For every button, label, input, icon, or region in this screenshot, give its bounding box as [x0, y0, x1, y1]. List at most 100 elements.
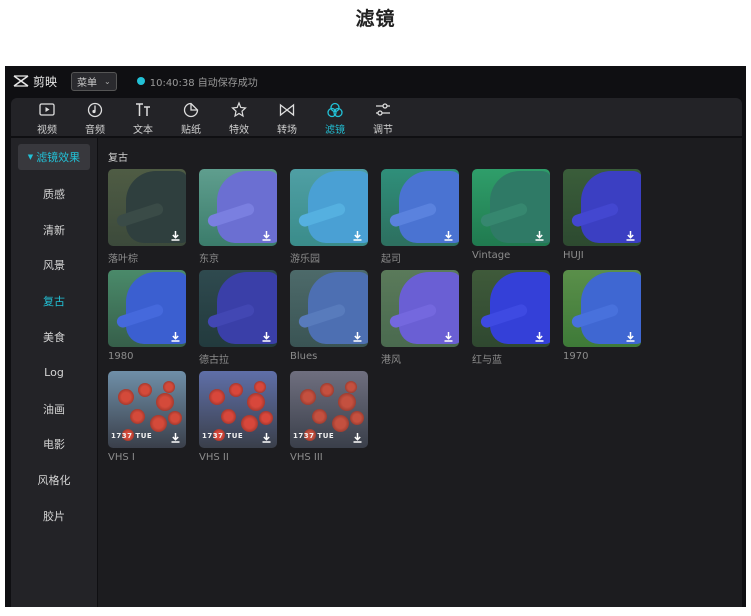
flower-shape: [209, 389, 225, 405]
filter-label: 落叶棕: [108, 254, 138, 265]
filter-thumbnail[interactable]: [290, 169, 368, 246]
menu-dropdown[interactable]: 菜单 ⌄: [71, 71, 117, 91]
filter-card[interactable]: 1980: [108, 270, 186, 362]
tool-effects[interactable]: 特效: [215, 98, 263, 136]
download-icon[interactable]: [260, 330, 273, 343]
download-icon[interactable]: [351, 330, 364, 343]
filter-thumbnail[interactable]: [108, 270, 186, 347]
filter-label: 红与蓝: [472, 355, 502, 366]
filter-thumbnail[interactable]: [472, 270, 550, 347]
filter-card[interactable]: 东京: [199, 169, 277, 265]
filter-thumbnail[interactable]: [290, 270, 368, 347]
filter-card[interactable]: 1737 TUE VHS II: [199, 371, 277, 463]
filter-thumbnail[interactable]: 1737 TUE: [199, 371, 277, 448]
download-icon[interactable]: [169, 229, 182, 242]
tool-label: 转场: [277, 125, 297, 136]
download-icon[interactable]: [533, 229, 546, 242]
download-icon[interactable]: [533, 330, 546, 343]
sidebar-item[interactable]: 电影: [11, 427, 97, 463]
filter-card[interactable]: 落叶棕: [108, 169, 186, 265]
app-logo: 剪映: [13, 73, 57, 90]
filter-thumbnail[interactable]: [563, 270, 641, 347]
audio-icon: [87, 102, 103, 118]
sidebar-item[interactable]: 美食: [11, 319, 97, 355]
filter-thumbnail[interactable]: [199, 169, 277, 246]
filter-thumbnail[interactable]: 1737 TUE: [108, 371, 186, 448]
filter-card[interactable]: 起司: [381, 169, 459, 265]
download-icon[interactable]: [260, 229, 273, 242]
filter-card[interactable]: HUJI: [563, 169, 641, 261]
sidebar-item[interactable]: Log: [11, 355, 97, 391]
flower-shape: [150, 415, 167, 432]
sidebar-item[interactable]: 胶片: [11, 498, 97, 534]
tool-audio[interactable]: 音频: [71, 98, 119, 136]
flower-shape: [345, 381, 357, 393]
app-window: 剪映 菜单 ⌄ 10:40:38 自动保存成功 视频 音频 文本 贴纸 特效 转…: [5, 66, 746, 607]
download-icon[interactable]: [624, 330, 637, 343]
save-status-text: 10:40:38 自动保存成功: [149, 77, 258, 89]
tool-filter[interactable]: 滤镜: [311, 98, 359, 136]
filter-card[interactable]: 游乐园: [290, 169, 368, 265]
sidebar-item[interactable]: 油画: [11, 391, 97, 427]
download-icon[interactable]: [169, 431, 182, 444]
tool-transition[interactable]: 转场: [263, 98, 311, 136]
filter-card[interactable]: 红与蓝: [472, 270, 550, 366]
download-icon[interactable]: [169, 330, 182, 343]
download-icon[interactable]: [442, 229, 455, 242]
filter-thumbnail[interactable]: [381, 169, 459, 246]
filter-card[interactable]: 1737 TUE VHS III: [290, 371, 368, 463]
filter-thumbnail[interactable]: [199, 270, 277, 347]
menu-label: 菜单: [77, 77, 98, 89]
adjust-icon: [376, 103, 390, 116]
download-icon[interactable]: [260, 431, 273, 444]
sidebar-item[interactable]: 清新: [11, 212, 97, 248]
filter-card[interactable]: Vintage: [472, 169, 550, 261]
filter-thumbnail[interactable]: [108, 169, 186, 246]
filter-label: 游乐园: [290, 254, 320, 265]
filter-card[interactable]: 德古拉: [199, 270, 277, 366]
tool-label: 贴纸: [181, 125, 201, 136]
filter-thumbnail[interactable]: [563, 169, 641, 246]
filter-card[interactable]: Blues: [290, 270, 368, 362]
vhs-overlay-text: 1737 TUE: [202, 432, 244, 440]
filter-thumbnail[interactable]: [472, 169, 550, 246]
filter-card[interactable]: 港风: [381, 270, 459, 366]
flower-shape: [254, 381, 266, 393]
vhs-overlay-text: 1737 TUE: [111, 432, 153, 440]
flower-shape: [241, 415, 258, 432]
filter-label: 1980: [108, 351, 134, 362]
filter-thumbnail[interactable]: [381, 270, 459, 347]
sidebar-item-active[interactable]: 复古: [11, 283, 97, 319]
tool-label: 调节: [373, 125, 393, 136]
filter-card[interactable]: 1970: [563, 270, 641, 362]
filter-label: VHS III: [290, 452, 323, 463]
sidebar-item[interactable]: 风景: [11, 248, 97, 284]
download-icon[interactable]: [351, 431, 364, 444]
transition-icon: [279, 103, 295, 117]
caret-down-icon: ▼: [27, 153, 34, 161]
flower-shape: [332, 415, 349, 432]
filter-card[interactable]: 1737 TUE VHS I: [108, 371, 186, 463]
sidebar-header-filter-effects[interactable]: ▼ 滤镜效果: [18, 144, 90, 170]
filter-thumbnail[interactable]: 1737 TUE: [290, 371, 368, 448]
filter-label: Blues: [290, 351, 318, 362]
tool-label: 音频: [85, 125, 105, 136]
sidebar-item[interactable]: 质感: [11, 176, 97, 212]
download-icon[interactable]: [442, 330, 455, 343]
tool-sticker[interactable]: 贴纸: [167, 98, 215, 136]
tool-adjust[interactable]: 调节: [359, 98, 407, 136]
toolbar: 视频 音频 文本 贴纸 特效 转场 滤镜 调节: [11, 98, 742, 136]
filter-label: 港风: [381, 355, 401, 366]
flower-shape: [350, 411, 364, 425]
filter-category-sidebar: ▼ 滤镜效果 质感 清新 风景 复古 美食 Log 油画 电影 风格化 胶片: [11, 138, 97, 607]
sidebar-header-label: 滤镜效果: [36, 151, 81, 164]
download-icon[interactable]: [624, 229, 637, 242]
flower-shape: [259, 411, 273, 425]
sidebar-item[interactable]: 风格化: [11, 462, 97, 498]
filter-label: 起司: [381, 254, 401, 265]
tool-text[interactable]: 文本: [119, 98, 167, 136]
download-icon[interactable]: [351, 229, 364, 242]
flower-shape: [338, 393, 356, 411]
tool-video[interactable]: 视频: [23, 98, 71, 136]
flower-shape: [300, 389, 316, 405]
